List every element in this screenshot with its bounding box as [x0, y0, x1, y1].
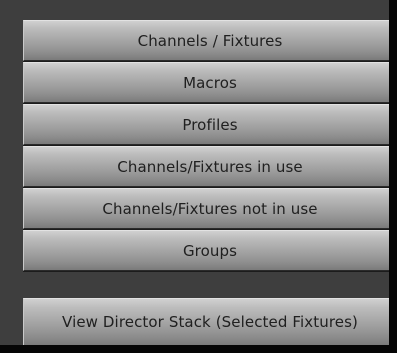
view-director-stack-label: View Director Stack (Selected Fixtures): [62, 313, 358, 331]
groups-button[interactable]: Groups: [23, 230, 397, 271]
channels-fixtures-in-use-label: Channels/Fixtures in use: [117, 157, 303, 176]
window-edge-bottom: [0, 345, 397, 353]
channels-fixtures-label: Channels / Fixtures: [137, 31, 283, 50]
profiles-label: Profiles: [182, 115, 238, 134]
channels-fixtures-in-use-button[interactable]: Channels/Fixtures in use: [23, 146, 397, 187]
groups-label: Groups: [182, 241, 238, 260]
window-edge-right: [389, 0, 397, 353]
profiles-button[interactable]: Profiles: [23, 104, 397, 145]
view-director-stack-button[interactable]: View Director Stack (Selected Fixtures): [23, 298, 397, 346]
channels-fixtures-button[interactable]: Channels / Fixtures: [23, 20, 397, 61]
macros-label: Macros: [183, 73, 237, 92]
channels-fixtures-not-in-use-label: Channels/Fixtures not in use: [102, 199, 318, 218]
menu-panel: Channels / Fixtures Macros Profiles Chan…: [0, 0, 397, 353]
channels-fixtures-not-in-use-button[interactable]: Channels/Fixtures not in use: [23, 188, 397, 229]
macros-button[interactable]: Macros: [23, 62, 397, 103]
